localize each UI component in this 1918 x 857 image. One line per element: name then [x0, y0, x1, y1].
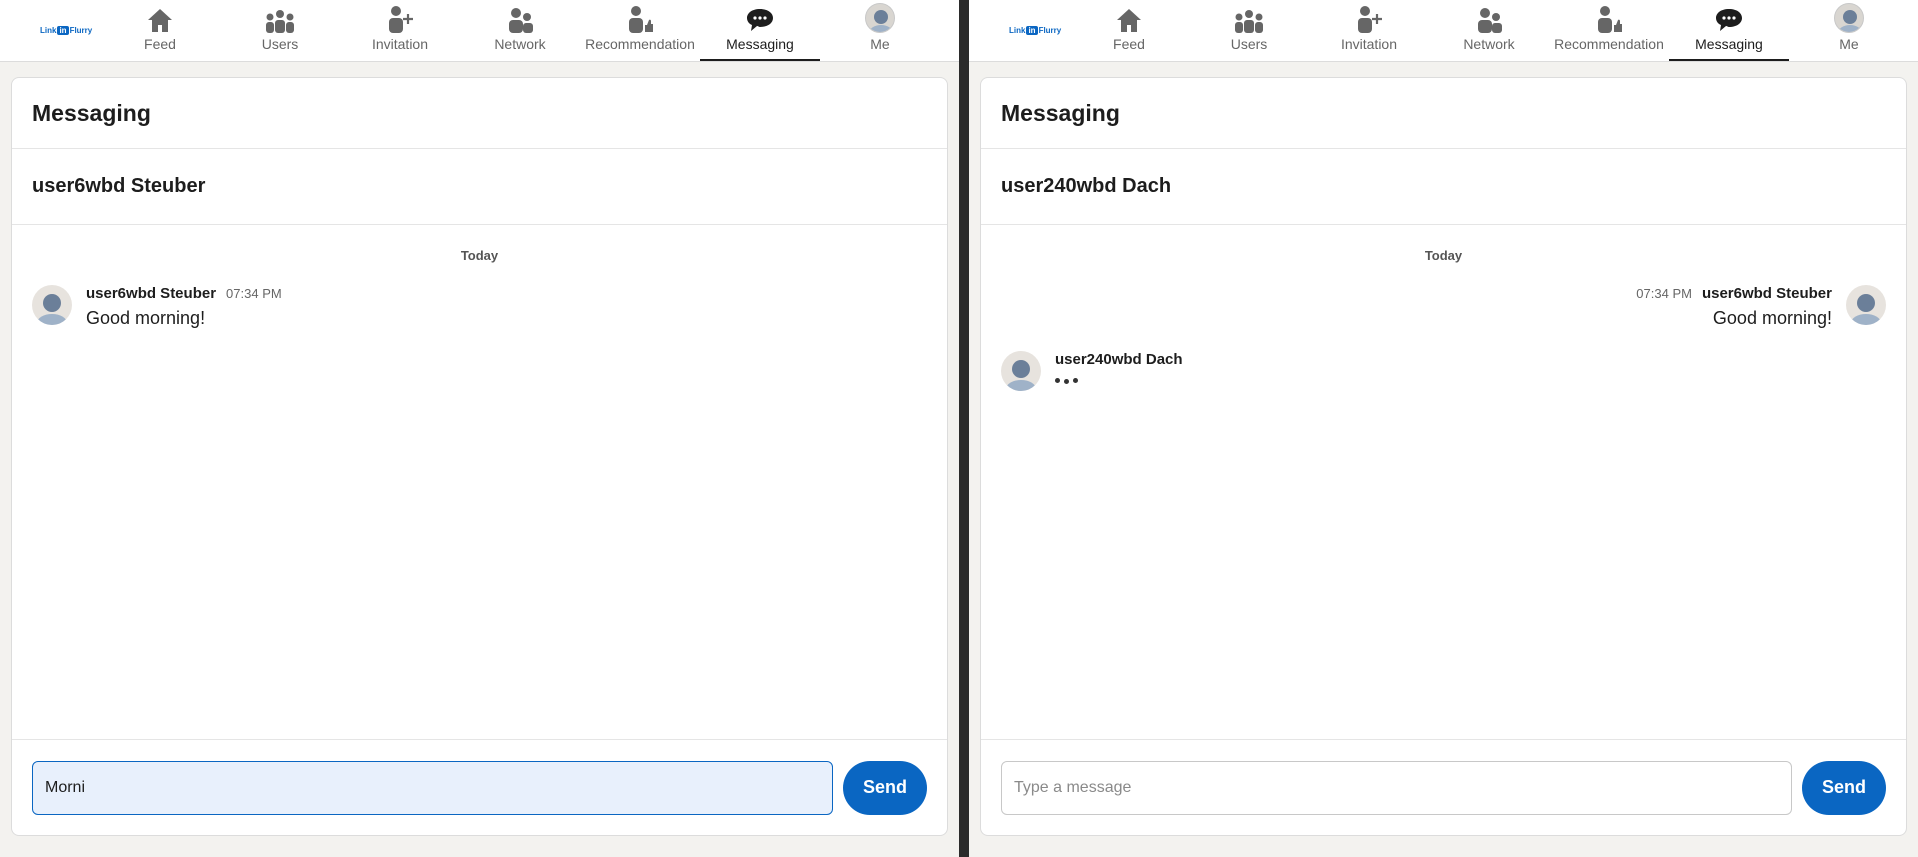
- users-icon: [266, 10, 294, 33]
- nav-label: Invitation: [1340, 36, 1398, 52]
- window-divider: [959, 0, 969, 857]
- send-button[interactable]: Send: [1802, 760, 1886, 815]
- compose-bar: Send: [12, 739, 947, 835]
- avatar: [1834, 3, 1864, 33]
- logo-in: in: [1026, 26, 1038, 35]
- message-list[interactable]: Today user6wbd Steuber 07:34 PM Good mor…: [981, 226, 1906, 739]
- nav-recommendation[interactable]: Recommendation: [580, 0, 700, 61]
- network-icon: [1478, 8, 1502, 33]
- messaging-card: Messaging user240wbd Dach Today user6wbd…: [980, 77, 1907, 836]
- page-title: Messaging: [12, 78, 947, 149]
- nav-users[interactable]: Users: [1189, 0, 1309, 61]
- message-input[interactable]: [1001, 760, 1792, 815]
- avatar: [1846, 285, 1886, 325]
- nav-invitation[interactable]: Invitation: [1309, 0, 1429, 61]
- nav-me[interactable]: Me: [820, 0, 940, 61]
- message-time: 07:34 PM: [226, 286, 282, 301]
- logo-in: in: [57, 26, 69, 35]
- nav-network[interactable]: Network: [460, 0, 580, 61]
- message-list[interactable]: Today user6wbd Steuber 07:34 PM Good mor…: [12, 226, 947, 739]
- nav-recommendation[interactable]: Recommendation: [1549, 0, 1669, 61]
- nav-invitation[interactable]: Invitation: [340, 0, 460, 61]
- nav-label: Feed: [144, 36, 176, 52]
- message-input[interactable]: [32, 760, 833, 815]
- home-icon: [148, 9, 172, 32]
- chat-icon: [747, 9, 773, 31]
- nav-users[interactable]: Users: [220, 0, 340, 61]
- message-item: user6wbd Steuber 07:34 PM Good morning!: [32, 285, 927, 329]
- day-separator: Today: [1424, 248, 1463, 263]
- left-window: Link in Flurry Feed Users Invitation Netwo…: [0, 0, 959, 857]
- message-sender: user6wbd Steuber: [1701, 285, 1832, 302]
- chat-icon: [1716, 9, 1742, 31]
- app-logo[interactable]: Link in Flurry: [1009, 0, 1069, 61]
- logo-text: Link: [1009, 26, 1026, 35]
- network-icon: [509, 8, 533, 33]
- top-navbar: Link in Flurry Feed Users Invitation Netwo…: [969, 0, 1918, 62]
- nav-label: Network: [494, 36, 546, 52]
- compose-bar: Send: [981, 739, 1906, 835]
- add-person-icon: [389, 6, 413, 33]
- nav-messaging[interactable]: Messaging: [1669, 0, 1789, 61]
- message-item-typing: user240wbd Dach: [1001, 351, 1886, 391]
- nav-network[interactable]: Network: [1429, 0, 1549, 61]
- day-separator: Today: [460, 248, 499, 263]
- nav-label: Messaging: [1695, 36, 1763, 52]
- conversation-title: user6wbd Steuber: [12, 149, 947, 225]
- recommend-icon: [629, 6, 653, 33]
- conversation-title: user240wbd Dach: [981, 149, 1906, 225]
- nav-label: Invitation: [371, 36, 429, 52]
- add-person-icon: [1358, 6, 1382, 33]
- nav-feed[interactable]: Feed: [1069, 0, 1189, 61]
- nav-feed[interactable]: Feed: [100, 0, 220, 61]
- nav-label: Recommendation: [585, 36, 695, 52]
- logo-suffix: Flurry: [69, 26, 93, 35]
- message-sender: user6wbd Steuber: [86, 285, 217, 302]
- avatar: [1001, 351, 1041, 391]
- message-text: Good morning!: [1712, 308, 1832, 328]
- nav-label: Users: [261, 36, 299, 52]
- messaging-card: Messaging user6wbd Steuber Today user6wb…: [11, 77, 948, 836]
- nav-label: Me: [1839, 36, 1859, 52]
- nav-label: Me: [870, 36, 890, 52]
- logo-suffix: Flurry: [1038, 26, 1062, 35]
- logo-text: Link: [40, 26, 57, 35]
- message-item-outgoing: user6wbd Steuber 07:34 PM Good morning!: [1001, 285, 1886, 329]
- nav-me[interactable]: Me: [1789, 0, 1909, 61]
- nav-label: Feed: [1113, 36, 1145, 52]
- nav-messaging[interactable]: Messaging: [700, 0, 820, 61]
- send-button[interactable]: Send: [843, 760, 927, 815]
- right-window: Link in Flurry Feed Users Invitation Netwo…: [969, 0, 1918, 857]
- top-navbar: Link in Flurry Feed Users Invitation Netwo…: [0, 0, 959, 62]
- message-sender: user240wbd Dach: [1055, 351, 1183, 368]
- page-title: Messaging: [981, 78, 1906, 149]
- app-logo[interactable]: Link in Flurry: [40, 0, 100, 61]
- avatar: [865, 3, 895, 33]
- message-text: Good morning!: [86, 308, 206, 328]
- avatar: [32, 285, 72, 325]
- home-icon: [1117, 9, 1141, 32]
- nav-label: Users: [1230, 36, 1268, 52]
- typing-indicator: [1055, 378, 1183, 384]
- nav-label: Recommendation: [1554, 36, 1664, 52]
- recommend-icon: [1598, 6, 1622, 33]
- users-icon: [1235, 10, 1263, 33]
- nav-label: Messaging: [726, 36, 794, 52]
- nav-label: Network: [1463, 36, 1515, 52]
- message-time: 07:34 PM: [1636, 286, 1692, 301]
